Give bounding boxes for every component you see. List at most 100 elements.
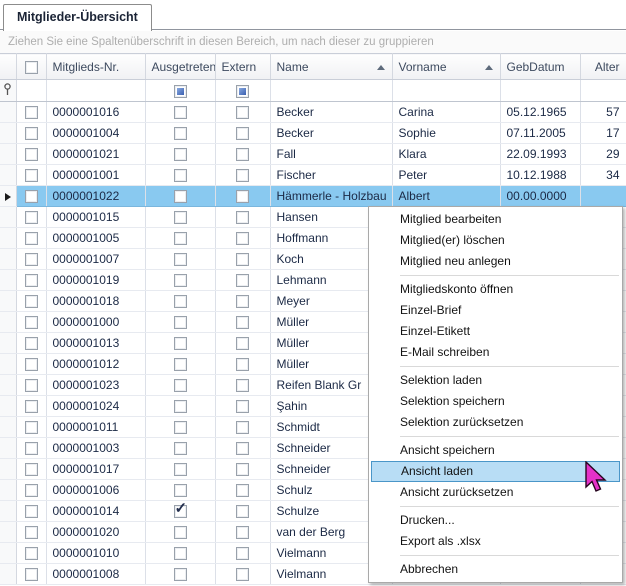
cell-row-select[interactable] [16,333,46,354]
cell-row-select[interactable] [16,396,46,417]
row-select-checkbox[interactable] [25,526,38,539]
column-header-extern[interactable]: Extern [215,54,270,80]
cell-row-select[interactable] [16,228,46,249]
menu-item-einzel-brief[interactable]: Einzel-Brief [369,300,622,321]
row-select-checkbox[interactable] [25,295,38,308]
row-select-checkbox[interactable] [25,190,38,203]
menu-item-selektion-zurucksetzen[interactable]: Selektion zurücksetzen [369,412,622,433]
filter-cell-name[interactable] [270,80,392,102]
column-header-select-all[interactable] [16,54,46,80]
row-select-checkbox[interactable] [25,127,38,140]
cell-row-select[interactable] [16,480,46,501]
select-all-checkbox[interactable] [25,61,38,74]
menu-item-mitgliedskonto-offnen[interactable]: Mitgliedskonto öffnen [369,279,622,300]
extern-checkbox [236,358,249,371]
row-select-checkbox[interactable] [25,484,38,497]
cell-row-select[interactable] [16,144,46,165]
table-row[interactable]: 0000001001FischerPeter10.12.198834 [0,165,626,186]
row-select-checkbox[interactable] [25,358,38,371]
cell-row-select[interactable] [16,522,46,543]
cell-row-select[interactable] [16,459,46,480]
ausgetreten-checkbox [174,190,187,203]
menu-item-mitglied-neu-anlegen[interactable]: Mitglied neu anlegen [369,251,622,272]
cell-row-select[interactable] [16,186,46,207]
group-by-panel[interactable]: Ziehen Sie eine Spaltenüberschrift in di… [0,31,626,53]
row-select-checkbox[interactable] [25,547,38,560]
cell-row-select[interactable] [16,165,46,186]
filter-cell-alter[interactable] [580,80,626,102]
menu-item-einzel-etikett[interactable]: Einzel-Etikett [369,321,622,342]
row-select-checkbox[interactable] [25,421,38,434]
menu-item-drucken[interactable]: Drucken... [369,510,622,531]
tab-mitglieder-uebersicht[interactable]: Mitglieder-Übersicht [3,4,152,31]
cell-ausgetreten [145,186,215,207]
cell-row-select[interactable] [16,270,46,291]
row-select-checkbox[interactable] [25,316,38,329]
table-row[interactable]: 0000001021FallKlara22.09.199329 [0,144,626,165]
cell-row-select[interactable] [16,564,46,585]
table-row[interactable]: 0000001004BeckerSophie07.11.200517 [0,123,626,144]
cell-extern [215,249,270,270]
menu-item-selektion-speichern[interactable]: Selektion speichern [369,391,622,412]
row-select-checkbox[interactable] [25,148,38,161]
row-select-checkbox[interactable] [25,211,38,224]
column-header-mitglieds-nr[interactable]: Mitglieds-Nr. [46,54,145,80]
cell-extern [215,312,270,333]
ausgetreten-checkbox [174,337,187,350]
row-select-checkbox[interactable] [25,106,38,119]
column-header-alter[interactable]: Alter [580,54,626,80]
row-select-checkbox[interactable] [25,463,38,476]
menu-item-mitglied-er-loschen[interactable]: Mitglied(er) löschen [369,230,622,251]
auto-filter-row[interactable] [0,80,626,102]
column-header-gebdatum[interactable]: GebDatum [500,54,580,80]
cell-vorname: Albert [392,186,500,207]
cell-row-select[interactable] [16,249,46,270]
extern-checkbox [236,442,249,455]
cell-ausgetreten [145,396,215,417]
column-header-name[interactable]: Name [270,54,392,80]
cell-row-select[interactable] [16,501,46,522]
cell-row-select[interactable] [16,102,46,123]
cell-mitglieds-nr: 0000001017 [46,459,145,480]
filter-cell-ausgetreten[interactable] [145,80,215,102]
column-header-vorname[interactable]: Vorname [392,54,500,80]
cell-row-select[interactable] [16,207,46,228]
cell-row-select[interactable] [16,438,46,459]
row-select-checkbox[interactable] [25,274,38,287]
filter-cell-nr[interactable] [46,80,145,102]
filter-checkbox-ausgetreten[interactable] [174,85,187,98]
table-row[interactable]: 0000001016BeckerCarina05.12.196557 [0,102,626,123]
column-header-ausgetreten[interactable]: Ausgetreten [145,54,215,80]
menu-item-e-mail-schreiben[interactable]: E-Mail schreiben [369,342,622,363]
filter-cell-extern[interactable] [215,80,270,102]
row-select-checkbox[interactable] [25,337,38,350]
filter-checkbox-extern[interactable] [236,85,249,98]
cell-row-select[interactable] [16,123,46,144]
row-select-checkbox[interactable] [25,505,38,518]
cell-row-select[interactable] [16,354,46,375]
filter-cell-select[interactable] [16,80,46,102]
cell-row-select[interactable] [16,291,46,312]
menu-item-export-als-xlsx[interactable]: Export als .xlsx [369,531,622,552]
cell-row-select[interactable] [16,543,46,564]
row-select-checkbox[interactable] [25,253,38,266]
filter-cell-vorname[interactable] [392,80,500,102]
extern-checkbox [236,211,249,224]
row-select-checkbox[interactable] [25,169,38,182]
menu-item-mitglied-bearbeiten[interactable]: Mitglied bearbeiten [369,209,622,230]
menu-item-ansicht-laden[interactable]: Ansicht laden [371,461,620,482]
cell-row-select[interactable] [16,312,46,333]
table-row[interactable]: 0000001022Hämmerle - HolzbauAlbert00.00.… [0,186,626,207]
menu-item-selektion-laden[interactable]: Selektion laden [369,370,622,391]
row-select-checkbox[interactable] [25,232,38,245]
cell-row-select[interactable] [16,375,46,396]
row-select-checkbox[interactable] [25,568,38,581]
row-select-checkbox[interactable] [25,379,38,392]
row-select-checkbox[interactable] [25,400,38,413]
row-select-checkbox[interactable] [25,442,38,455]
filter-cell-gebdatum[interactable] [500,80,580,102]
extern-checkbox [236,526,249,539]
cell-row-select[interactable] [16,417,46,438]
menu-item-ansicht-speichern[interactable]: Ansicht speichern [369,440,622,461]
menu-item-abbrechen[interactable]: Abbrechen [369,559,622,580]
